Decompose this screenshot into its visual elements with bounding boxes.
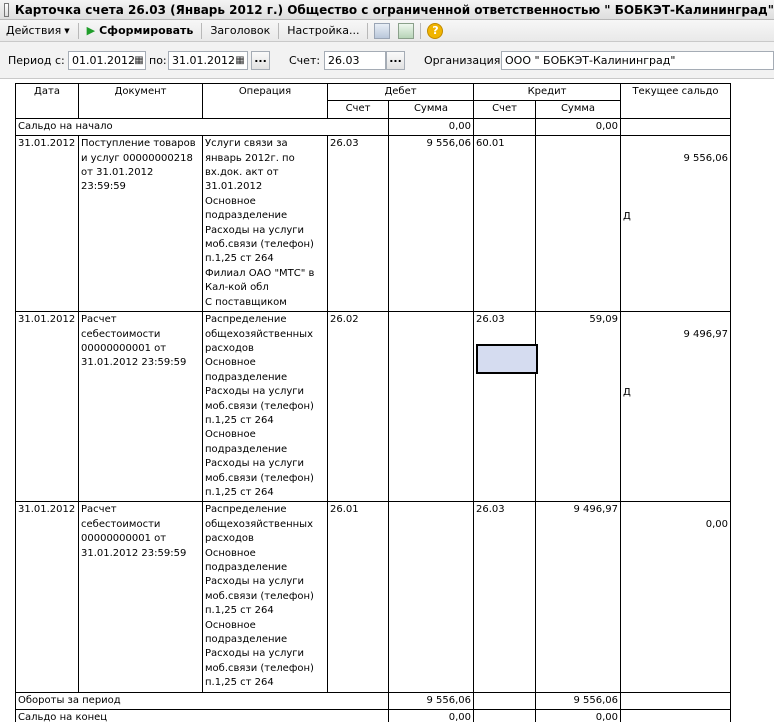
row-balance-side: Д	[623, 387, 631, 399]
toolbar-separator	[278, 22, 280, 39]
print-icon[interactable]	[374, 22, 391, 39]
table-row[interactable]: 31.01.2012 Расчет себестоимости 00000000…	[15, 311, 731, 503]
play-icon: ▶	[86, 24, 96, 37]
row-debit-account: 26.02	[327, 311, 389, 503]
row-balance-cell: 0,00	[620, 501, 731, 693]
row-credit-account: 26.03	[473, 311, 536, 503]
calendar-icon[interactable]: ▦	[234, 52, 246, 69]
actions-menu-button[interactable]: Действия ▼	[0, 21, 76, 41]
header-label: Заголовок	[210, 24, 271, 37]
organization-field[interactable]: ООО " БОБКЭТ-Калининград"	[501, 51, 774, 70]
row-document[interactable]: Расчет себестоимости 00000000001 от 31.0…	[78, 311, 203, 503]
row-debit-account: 26.03	[327, 135, 389, 313]
account-card-table: Дата Документ Операция Дебет Кредит Теку…	[15, 82, 731, 722]
turnover-label: Обороты за период	[15, 691, 328, 711]
toolbar-separator	[201, 22, 203, 39]
toolbar-separator	[367, 22, 369, 39]
row-date: 31.01.2012	[15, 135, 79, 313]
period-select-button[interactable]: ...	[251, 51, 270, 70]
command-bar: Действия ▼ ▶ Сформировать Заголовок Наст…	[0, 20, 774, 42]
toolbar-separator	[420, 22, 422, 39]
turnover-debit-sum: 9 556,06	[388, 691, 474, 711]
actions-label: Действия	[6, 24, 62, 37]
window-titlebar: Карточка счета 26.03 (Январь 2012 г.) Об…	[0, 0, 774, 20]
toolbar-separator	[77, 22, 79, 39]
row-date: 31.01.2012	[15, 311, 79, 503]
period-to-label: по:	[149, 54, 167, 67]
closing-balance-label: Сальдо на конец	[15, 709, 328, 722]
dropdown-arrow-icon: ▼	[64, 26, 70, 35]
header-credit: Кредит	[473, 82, 621, 102]
window-title: Карточка счета 26.03 (Январь 2012 г.) Об…	[14, 2, 774, 17]
settings-button[interactable]: Настройка...	[281, 21, 365, 41]
row-credit-account: 60.01	[473, 135, 536, 313]
account-field[interactable]: 26.03	[324, 51, 386, 70]
opening-debit-sum: 0,00	[388, 117, 474, 137]
table-row[interactable]: 31.01.2012 Поступление товаров и услуг 0…	[15, 135, 731, 313]
header-credit-account: Счет	[473, 100, 536, 119]
help-icon[interactable]: ?	[427, 22, 444, 39]
header-button[interactable]: Заголовок	[204, 21, 276, 41]
header-debit-account: Счет	[327, 100, 389, 119]
row-balance: 9 556,06	[683, 152, 728, 164]
calendar-icon[interactable]: ▦	[133, 52, 145, 69]
header-balance: Текущее сальдо	[620, 83, 731, 119]
account-label: Счет:	[289, 54, 321, 67]
turnover-row[interactable]: Обороты за период 9 556,06 9 556,06	[15, 691, 731, 711]
closing-balance-row[interactable]: Сальдо на конец 0,00 0,00	[15, 709, 731, 722]
header-credit-sum: Сумма	[535, 100, 621, 119]
row-credit-sum: 9 496,97	[535, 501, 621, 693]
row-balance-cell: 9 556,06 Д	[620, 135, 731, 313]
row-debit-sum: 9 556,06	[388, 135, 474, 313]
closing-debit-sum: 0,00	[388, 709, 474, 722]
row-document[interactable]: Расчет себестоимости 00000000001 от 31.0…	[78, 501, 203, 693]
row-document[interactable]: Поступление товаров и услуг 00000000218 …	[78, 135, 203, 313]
row-operation: Услуги связи за январь 2012г. по вх.док.…	[202, 135, 328, 313]
row-date: 31.01.2012	[15, 501, 79, 693]
export-icon[interactable]	[398, 22, 415, 39]
header-date: Дата	[15, 83, 79, 119]
generate-button[interactable]: ▶ Сформировать	[81, 21, 200, 41]
row-debit-sum	[388, 311, 474, 503]
generate-label: Сформировать	[99, 24, 194, 37]
report-sheet[interactable]: Дата Документ Операция Дебет Кредит Теку…	[0, 78, 774, 722]
table-row[interactable]: 31.01.2012 Расчет себестоимости 00000000…	[15, 501, 731, 693]
row-operation: Распределение общехозяйственных расходов…	[202, 501, 328, 693]
organization-label: Организация:	[424, 54, 505, 67]
row-balance-cell: 9 496,97 Д	[620, 311, 731, 503]
account-select-button[interactable]: ...	[386, 51, 405, 70]
header-debit: Дебет	[327, 82, 474, 102]
header-operation: Операция	[202, 83, 328, 119]
header-debit-sum: Сумма	[388, 100, 474, 119]
document-icon	[4, 2, 9, 17]
closing-credit-sum: 0,00	[535, 709, 621, 722]
row-balance: 9 496,97	[683, 328, 728, 340]
row-credit-sum: 59,09	[535, 311, 621, 503]
row-debit-sum	[388, 501, 474, 693]
report-parameters: Период с: 01.01.2012 ▦ по: 31.01.2012 ▦ …	[0, 42, 774, 78]
row-balance-side: Д	[623, 211, 631, 223]
period-from-label: Период с:	[8, 54, 65, 67]
row-balance: 0,00	[705, 518, 728, 530]
header-document: Документ	[78, 83, 203, 119]
turnover-credit-sum: 9 556,06	[535, 691, 621, 711]
opening-balance-label: Сальдо на начало	[15, 117, 328, 137]
row-operation: Распределение общехозяйственных расходов…	[202, 311, 328, 503]
row-credit-sum	[535, 135, 621, 313]
row-debit-account: 26.01	[327, 501, 389, 693]
opening-credit-sum: 0,00	[535, 117, 621, 137]
settings-label: Настройка...	[287, 24, 360, 37]
row-credit-account: 26.03	[473, 501, 536, 693]
opening-balance-row[interactable]: Сальдо на начало 0,00 0,00	[15, 117, 731, 137]
selected-cell[interactable]	[476, 344, 538, 374]
